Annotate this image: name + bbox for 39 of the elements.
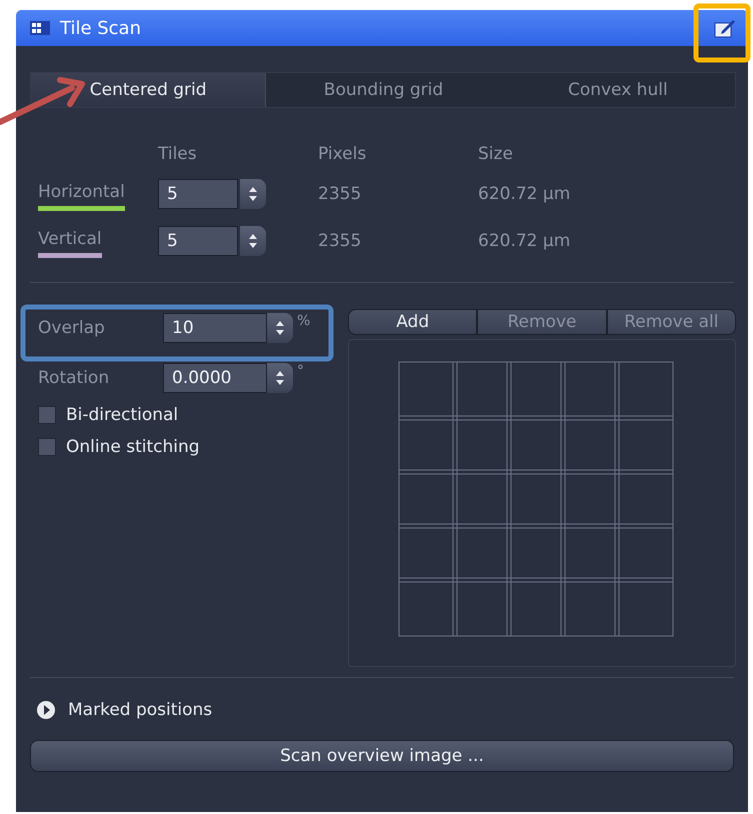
checkbox[interactable] xyxy=(38,438,56,456)
row-label: Horizontal xyxy=(38,176,125,211)
checkbox[interactable] xyxy=(38,406,56,424)
rotation-field[interactable]: 0.0000 xyxy=(163,363,267,393)
size-value: 620.72 µm xyxy=(478,230,572,250)
row-label: Vertical xyxy=(38,223,102,258)
column-header: Tiles xyxy=(158,144,198,164)
size-value: 620.72 µm xyxy=(478,184,572,204)
grid-icon xyxy=(30,21,50,35)
spin-arrows[interactable] xyxy=(267,313,293,343)
marked-positions-toggle[interactable]: Marked positions xyxy=(36,700,212,720)
checkbox-label: Bi-directional xyxy=(66,405,178,425)
scan-overview-button[interactable]: Scan overview image ... xyxy=(30,740,734,772)
position-button[interactable]: Add xyxy=(348,309,478,335)
setting-label: Rotation xyxy=(38,368,110,388)
pixels-value: 2355 xyxy=(318,184,362,204)
tab[interactable]: Bounding grid xyxy=(266,73,501,107)
highlight-frame xyxy=(693,3,751,63)
up-down-icon xyxy=(275,320,285,336)
unit-label: % xyxy=(297,313,310,329)
up-down-icon xyxy=(275,370,285,386)
up-down-icon xyxy=(248,232,258,248)
column-header: Pixels xyxy=(318,144,368,164)
column-header: Size xyxy=(478,144,514,164)
tab[interactable]: Centered grid xyxy=(31,73,266,107)
tiles-field[interactable]: 5 xyxy=(158,178,238,208)
checkbox-label: Online stitching xyxy=(66,437,200,457)
pixels-value: 2355 xyxy=(318,230,362,250)
up-down-icon xyxy=(248,186,258,202)
undock-icon[interactable] xyxy=(714,18,736,38)
spin-arrows[interactable] xyxy=(240,226,266,256)
unit-label: ° xyxy=(297,363,304,379)
overlap-field[interactable]: 10 xyxy=(163,313,267,343)
window-title: Tile Scan xyxy=(60,18,142,38)
tiles-field[interactable]: 5 xyxy=(158,226,238,256)
tab[interactable]: Convex hull xyxy=(500,73,735,107)
spin-arrows[interactable] xyxy=(267,363,293,393)
spin-arrows[interactable] xyxy=(240,178,266,208)
setting-label: Overlap xyxy=(38,318,106,338)
